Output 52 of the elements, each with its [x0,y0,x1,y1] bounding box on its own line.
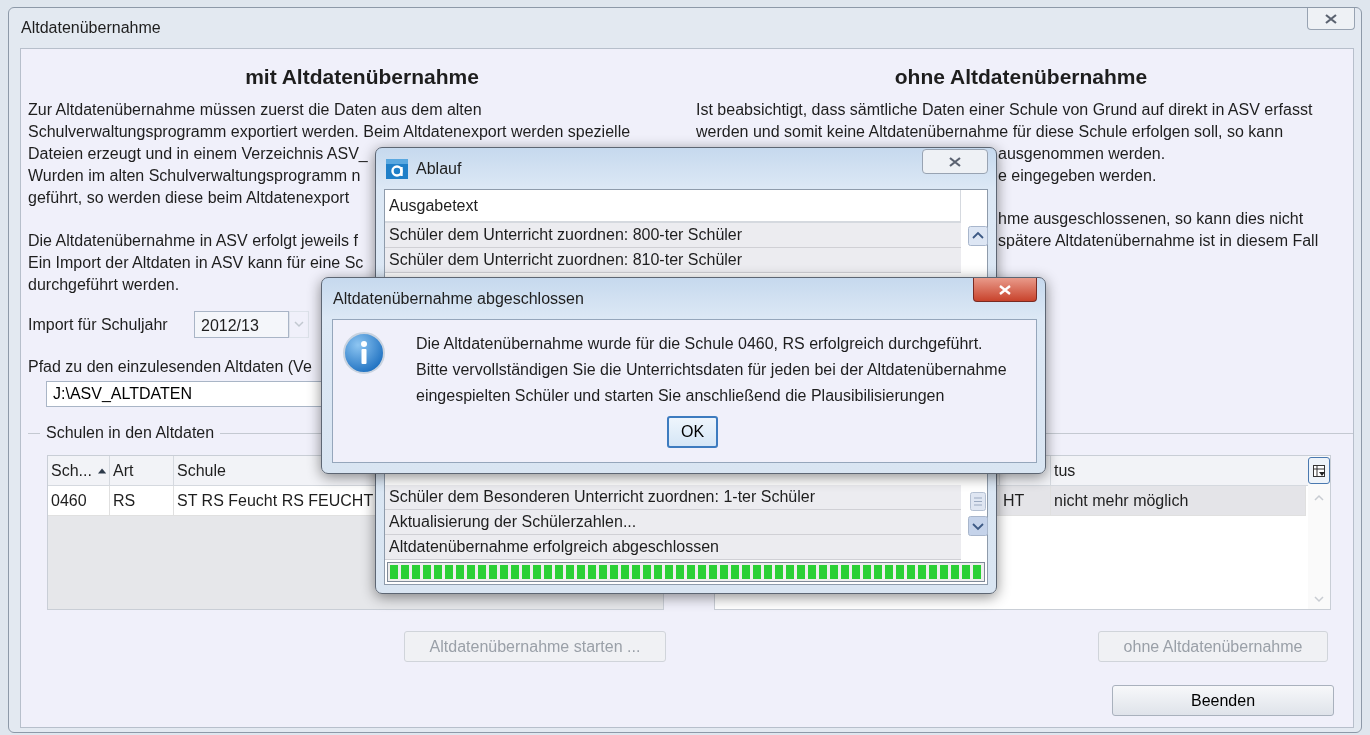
scroll-up-icon[interactable] [968,226,988,246]
paragraph-line: Ein Import der Altdaten in ASV kann für eine Sc [28,253,364,273]
column-chooser-button[interactable] [1308,457,1330,484]
ok-button[interactable]: OK [667,416,718,448]
paragraph-line: Wurden im alten Schulverwaltungsprogramm n [28,166,361,186]
paragraph-line: durchgeführt werden. [28,275,180,295]
list-row[interactable]: Aktualisierung der Schülerzahlen... [385,510,961,535]
paragraph-line: ausgenommen werden. [998,144,1166,164]
header-label: Sch... [51,460,92,481]
list-row[interactable]: Schüler dem Unterricht zuordnen: 800-ter Schüler [385,223,961,248]
dialog-title: Ablauf [416,158,462,179]
paragraph-line: e eingegeben werden. [998,166,1157,186]
section-heading: ohne Altdatenübernahme [893,64,1149,90]
paragraph-line: Zur Altdatenübernahme müssen zuerst die Daten aus dem alten [28,100,482,120]
message-line: Die Altdatenübernahme wurde für die Schule 0460, RS erfolgreich durchgeführt. [416,334,983,354]
column-header[interactable]: Art [110,456,174,485]
field-label: Pfad zu den einzulesenden Altdaten (Ve [28,357,312,377]
app-logo-icon [386,158,408,179]
scroll-thumb-icon[interactable] [970,492,986,511]
field-label: Import für Schuljahr [28,314,169,335]
close-icon [1324,12,1338,25]
column-header[interactable]: Sch... [48,456,110,485]
paragraph-line: Ist beabsichtigt, dass sämtliche Daten einer Schule von Grund auf direkt in ASV erfasst [696,100,1313,120]
list-row[interactable]: Schüler dem Unterricht zuordnen: 810-ter Schüler [385,248,961,273]
table-cell: nicht mehr möglich [1051,486,1306,515]
table-cell: RS [110,486,174,515]
paragraph-line: Die Altdatenübernahme in ASV erfolgt jeweils f [28,231,358,251]
message-line: Bitte vervollständigen Sie die Unterrichtsdaten für jeden bei der Altdatenübernahme [416,360,1007,380]
window-title: Altdatenübernahme [21,18,161,38]
paragraph-line: Dateien erzeugt und in einem Verzeichnis ASV_ [28,144,368,164]
paragraph-line: werden und somit keine Altdatenübernahme für diese Schule erfolgen soll, so kann [696,122,1284,142]
close-icon [998,283,1012,296]
info-icon [342,331,386,375]
list-row[interactable]: Altdatenübernahme erfolgreich abgeschlossen [385,535,961,560]
table-cell: 0460 [48,486,110,515]
paragraph-line: geführt, so werden diese beim Altdatenexport [28,188,350,208]
list-row[interactable]: Schüler dem Besonderen Unterricht zuordnen: 1-ter Schüler [385,485,961,510]
scroll-down-icon[interactable] [968,516,988,536]
paragraph-line: spätere Altdatenübernahme ist in diesem Fall [998,231,1319,251]
close-button[interactable] [973,278,1037,302]
table-cell: HT [1000,486,1051,515]
close-icon [948,155,962,168]
dialog-title: Altdatenübernahme abgeschlossen [333,288,584,309]
close-button[interactable]: Beenden [1112,685,1334,716]
column-chooser-icon[interactable] [1313,464,1325,477]
close-button[interactable] [1307,8,1355,30]
section-heading: mit Altdatenübernahme [244,64,480,90]
group-title: Schulen in den Altdaten [46,423,215,443]
header-label: Schule [177,460,226,481]
paragraph-line: Schulverwaltungsprogramm exportiert werden. Beim Altdatenexport werden spezielle [28,122,631,142]
paragraph-line: hme ausgeschlossenen, so kann dies nicht [998,209,1304,229]
header-label: Art [113,460,134,481]
